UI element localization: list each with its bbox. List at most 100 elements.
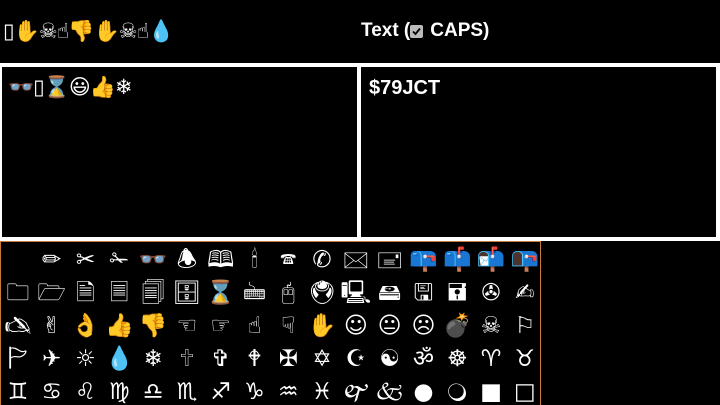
symbol-key[interactable]: 👌	[69, 309, 103, 343]
symbol-key[interactable]: 📭	[508, 243, 540, 277]
symbol-key[interactable]: 🔾	[440, 375, 474, 405]
emoji-sequence-display: ▯✋☠☝👎✋☠☝💧	[3, 19, 174, 43]
symbol-key[interactable]: 🖲	[305, 276, 339, 310]
symbol-key[interactable]: 🕭	[170, 243, 204, 277]
keyboard-row: 🖎 ✌ 👌 👍 👎 ☜ ☞ ☝ ☟ ✋ ☺ 😐 ☹ 💣 ☠ ⚐	[1, 309, 540, 343]
top-bar: ▯✋☠☝👎✋☠☝💧 Text ( CAPS)	[0, 0, 720, 64]
symbol-key[interactable]: ☟	[271, 309, 305, 343]
symbol-key[interactable]: ✍	[508, 276, 540, 310]
symbol-key[interactable]: ■	[474, 375, 508, 405]
symbol-key[interactable]: ⚐	[508, 309, 540, 343]
symbol-key[interactable]: ✞	[204, 342, 238, 376]
symbol-key[interactable]: ☪	[339, 342, 373, 376]
symbol-key[interactable]: 💧	[102, 342, 136, 376]
symbol-key[interactable]: ☞	[204, 309, 238, 343]
emoji-input-panel[interactable]: 👓▯⌛😃👍❄	[2, 67, 357, 237]
symbol-key[interactable]: ॐ	[407, 342, 441, 376]
symbol-key[interactable]: ✆	[305, 243, 339, 277]
symbol-key[interactable]: 💣	[440, 309, 474, 343]
symbol-key[interactable]: 🖮	[238, 276, 272, 310]
symbol-key[interactable]: 👓	[136, 243, 170, 277]
symbol-key[interactable]: 🕈	[238, 342, 272, 376]
symbol-key[interactable]: 🖎	[1, 309, 35, 343]
symbol-key[interactable]: ☯	[373, 342, 407, 376]
symbol-key[interactable]: 🙵	[373, 375, 407, 405]
text-output-panel[interactable]: $79JCT	[362, 67, 718, 237]
symbol-key[interactable]: 🖃	[373, 243, 407, 277]
symbol-key[interactable]: ☸	[440, 342, 474, 376]
emoji-input-text: 👓▯⌛😃👍❄	[8, 75, 132, 99]
keyboard-row: ♊ ♋ ♌ ♍ ♎ ♏ ♐ ♑ ♒ ♓ 🙰 🙵 ● 🔾 ■ □	[1, 375, 540, 405]
symbol-key[interactable]: 🕆	[170, 342, 204, 376]
symbol-key[interactable]: 🖳	[339, 276, 373, 310]
symbol-key[interactable]: 👍	[102, 309, 136, 343]
symbol-key[interactable]: ✇	[474, 276, 508, 310]
symbol-key[interactable]: ❄	[136, 342, 170, 376]
caps-label: CAPS)	[430, 20, 490, 41]
symbol-key[interactable]: ☼	[69, 342, 103, 376]
symbol-key[interactable]: 🙰	[339, 375, 373, 405]
symbol-key[interactable]: ✂	[69, 243, 103, 277]
symbol-key[interactable]: ☜	[170, 309, 204, 343]
symbol-key[interactable]: ✁	[102, 243, 136, 277]
symbol-key[interactable]: 🖴	[373, 276, 407, 310]
symbol-key[interactable]: ♎	[136, 375, 170, 405]
symbol-key[interactable]: 📬	[474, 243, 508, 277]
symbol-key[interactable]: 🕮	[204, 243, 238, 277]
symbol-key[interactable]: 🕯	[238, 243, 272, 277]
symbol-key[interactable]	[1, 243, 35, 277]
symbol-key[interactable]: 👎	[136, 309, 170, 343]
symbol-key[interactable]: ●	[407, 375, 441, 405]
symbol-key[interactable]: ✏	[35, 243, 69, 277]
symbol-key[interactable]: 🗀	[1, 276, 35, 310]
symbol-keyboard: ✏ ✂ ✁ 👓 🕭 🕮 🕯 🕿 ✆ 🖂 🖃 📪 📫 📬 📭 🗀 🗁 🗎 🗏 🗐 🗄 ⌛ 🖮 🖰 🖲 🖳 🖴 🖫 🖬 ✇ ✍ 🖎 ✌ 👌 👍 👎 ☜ ☞ ☝ ☟…	[0, 241, 541, 405]
symbol-key[interactable]: 🖂	[339, 243, 373, 277]
symbol-key[interactable]: ☠	[474, 309, 508, 343]
symbol-key[interactable]: 🗄	[170, 276, 204, 310]
symbol-key[interactable]: 🖰	[271, 276, 305, 310]
symbol-key[interactable]: ♋	[35, 375, 69, 405]
symbol-key[interactable]: ♊	[1, 375, 35, 405]
symbol-key[interactable]: 😐	[373, 309, 407, 343]
mode-title: Text ( CAPS)	[361, 18, 489, 44]
symbol-key[interactable]: 📪	[407, 243, 441, 277]
symbol-key[interactable]: ♑	[238, 375, 272, 405]
symbol-key[interactable]: ☝	[238, 309, 272, 343]
checkmark-icon	[412, 27, 421, 35]
symbol-key[interactable]: ☹	[407, 309, 441, 343]
symbol-key[interactable]: ♒	[271, 375, 305, 405]
symbol-key[interactable]: ♍	[102, 375, 136, 405]
keyboard-row: 🗀 🗁 🗎 🗏 🗐 🗄 ⌛ 🖮 🖰 🖲 🖳 🖴 🖫 🖬 ✇ ✍	[1, 276, 540, 310]
symbol-key[interactable]: 🗏	[102, 276, 136, 310]
symbol-key[interactable]: 📫	[440, 243, 474, 277]
caps-checkbox[interactable]	[410, 24, 424, 38]
keyboard-row: 🏱 ✈ ☼ 💧 ❄ 🕆 ✞ 🕈 ✠ ✡ ☪ ☯ ॐ ☸ ♈ ♉	[1, 342, 540, 376]
right-edge-divider	[716, 63, 720, 241]
symbol-key[interactable]: ✌	[35, 309, 69, 343]
keyboard-row: ✏ ✂ ✁ 👓 🕭 🕮 🕯 🕿 ✆ 🖂 🖃 📪 📫 📬 📭	[1, 243, 540, 277]
symbol-key[interactable]: 🕿	[271, 243, 305, 277]
symbol-key[interactable]: 🖫	[407, 276, 441, 310]
symbol-key[interactable]: ♓	[305, 375, 339, 405]
symbol-key[interactable]: ⌛	[204, 276, 238, 310]
symbol-key[interactable]: ☺	[339, 309, 373, 343]
symbol-key[interactable]: □	[508, 375, 540, 405]
symbol-key[interactable]: 🗁	[35, 276, 69, 310]
symbol-key[interactable]: ♐	[204, 375, 238, 405]
output-text: $79JCT	[369, 77, 441, 99]
symbol-key[interactable]: ♌	[69, 375, 103, 405]
symbol-key[interactable]: ♉	[508, 342, 540, 376]
symbol-key[interactable]: 🖬	[440, 276, 474, 310]
symbol-key[interactable]: ♏	[170, 375, 204, 405]
symbol-key[interactable]: ✠	[271, 342, 305, 376]
symbol-key[interactable]: ✈	[35, 342, 69, 376]
symbol-key[interactable]: ♈	[474, 342, 508, 376]
symbol-key[interactable]: 🏱	[1, 342, 35, 376]
title-text: Text (	[361, 20, 411, 41]
symbol-key[interactable]: ✡	[305, 342, 339, 376]
keyboard-side-area	[541, 241, 720, 405]
symbol-key[interactable]: ✋	[305, 309, 339, 343]
panel-divider	[357, 63, 361, 241]
symbol-key[interactable]: 🗎	[69, 276, 103, 310]
symbol-key[interactable]: 🗐	[136, 276, 170, 310]
